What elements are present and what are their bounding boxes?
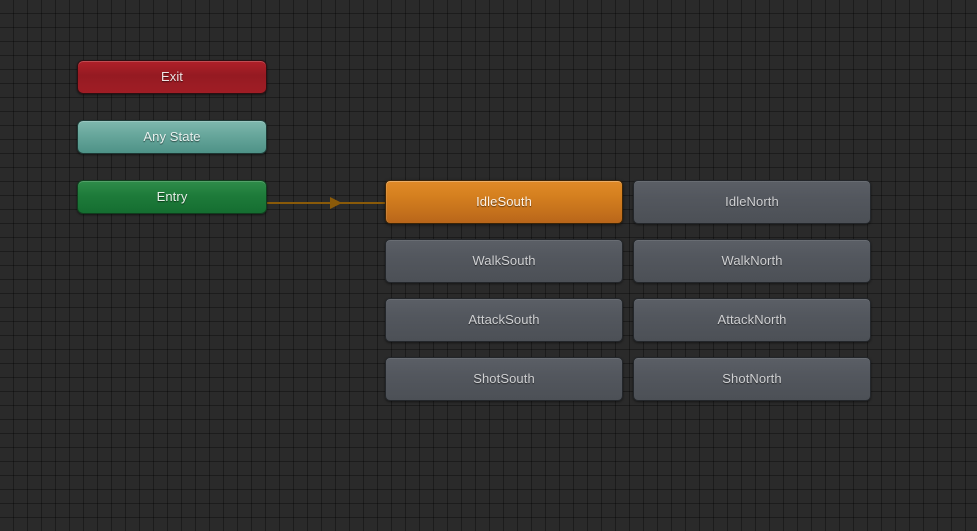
node-idle-south[interactable]: IdleSouth <box>385 180 623 224</box>
node-shot-south[interactable]: ShotSouth <box>385 357 623 401</box>
node-any-state[interactable]: Any State <box>77 120 267 154</box>
node-attack-north[interactable]: AttackNorth <box>633 298 871 342</box>
node-entry[interactable]: Entry <box>77 180 267 214</box>
transition-arrow-icon[interactable] <box>330 197 342 209</box>
node-walk-north-label: WalkNorth <box>721 253 783 268</box>
node-exit[interactable]: Exit <box>77 60 267 94</box>
node-idle-north-label: IdleNorth <box>725 194 779 209</box>
node-shot-north-label: ShotNorth <box>722 371 782 386</box>
animator-state-machine-canvas[interactable]: Exit Any State Entry IdleSouth WalkSouth… <box>0 0 977 531</box>
node-attack-south[interactable]: AttackSouth <box>385 298 623 342</box>
node-idle-south-label: IdleSouth <box>476 194 532 209</box>
node-attack-north-label: AttackNorth <box>717 312 787 327</box>
node-shot-south-label: ShotSouth <box>473 371 535 386</box>
node-shot-north[interactable]: ShotNorth <box>633 357 871 401</box>
node-walk-south-label: WalkSouth <box>472 253 536 268</box>
node-walk-north[interactable]: WalkNorth <box>633 239 871 283</box>
node-entry-label: Entry <box>156 189 188 204</box>
node-any-state-label: Any State <box>143 129 201 144</box>
node-exit-label: Exit <box>160 69 184 84</box>
node-walk-south[interactable]: WalkSouth <box>385 239 623 283</box>
node-attack-south-label: AttackSouth <box>468 312 540 327</box>
node-idle-north[interactable]: IdleNorth <box>633 180 871 224</box>
